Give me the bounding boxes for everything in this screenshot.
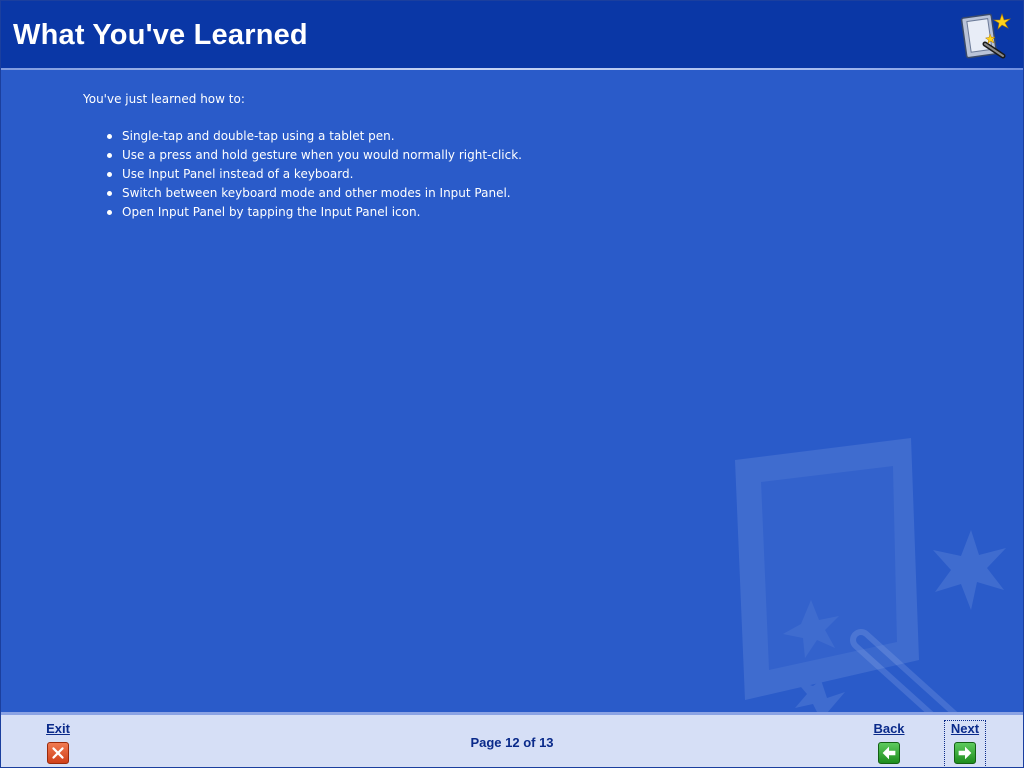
content-area: You've just learned how to: Single-tap a… [1, 70, 1023, 712]
page-title: What You've Learned [13, 19, 308, 51]
tablet-pen-watermark-icon [735, 438, 1006, 712]
footer-bar: Exit Page 12 of 13 Back Next [1, 712, 1023, 767]
list-item: Open Input Panel by tapping the Input Pa… [105, 203, 522, 222]
learned-list: Single-tap and double-tap using a tablet… [105, 127, 522, 222]
next-button[interactable]: Next [944, 720, 986, 767]
header-bar: What You've Learned [1, 1, 1023, 68]
list-item: Switch between keyboard mode and other m… [105, 184, 522, 203]
back-label: Back [873, 721, 905, 736]
list-item: Use a press and hold gesture when you wo… [105, 146, 522, 165]
next-label: Next [950, 721, 980, 736]
tutorial-window: What You've Learned You've just learned … [0, 0, 1024, 768]
back-button[interactable]: Back [869, 721, 909, 767]
list-item: Single-tap and double-tap using a tablet… [105, 127, 522, 146]
arrow-left-icon [878, 742, 900, 764]
arrow-right-icon [954, 742, 976, 764]
intro-text: You've just learned how to: [83, 92, 245, 106]
tablet-pen-sparkle-icon [960, 13, 1012, 59]
list-item: Use Input Panel instead of a keyboard. [105, 165, 522, 184]
